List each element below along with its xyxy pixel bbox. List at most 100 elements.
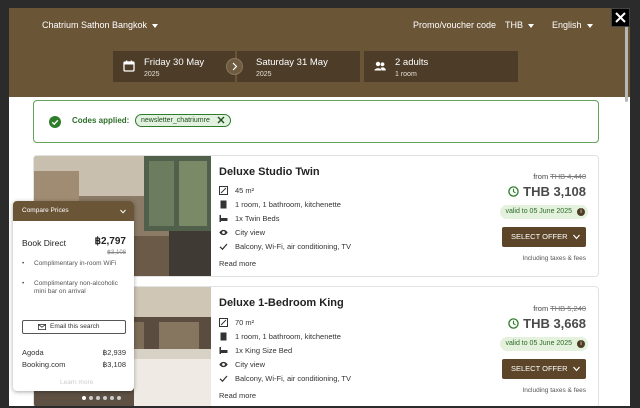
checkin-year: 2025 <box>144 71 160 78</box>
bed-icon <box>219 215 228 222</box>
room-beds-text: 1x Twin Beds <box>235 214 280 223</box>
check-icon <box>219 375 228 383</box>
email-search-label: Email this search <box>50 323 100 330</box>
rooms-count: 1 room <box>395 71 417 78</box>
perk-text: Complimentary in-room WiFi <box>34 260 117 267</box>
valid-badge: valid to 05 June 2025 i <box>500 205 588 219</box>
taxes-note: Including taxes & fees <box>522 387 586 394</box>
direct-old-price: ฿3,108 <box>107 250 126 256</box>
eye-icon <box>219 361 228 368</box>
hotel-selector[interactable]: Chatrium Sathon Bangkok <box>42 20 159 30</box>
current-price: THB 3,108 <box>508 184 586 199</box>
compare-header[interactable]: Compare Prices <box>13 201 134 221</box>
current-price: THB 3,668 <box>508 316 586 331</box>
valid-text: valid to 05 June 2025 <box>505 340 572 347</box>
clock-icon <box>508 186 519 197</box>
eye-icon <box>219 229 228 236</box>
perk-item: • Complimentary non-alcoholic mini bar on… <box>22 280 127 295</box>
people-icon <box>374 61 386 71</box>
valid-badge: valid to 05 June 2025 i <box>500 337 588 351</box>
book-direct-label: Book Direct <box>22 238 66 248</box>
price-from: from THB 5,240 <box>533 304 586 313</box>
codes-label: Codes applied: <box>72 116 130 125</box>
booking-price: ฿3,108 <box>102 360 126 369</box>
door-icon <box>220 332 227 341</box>
clock-icon <box>508 318 519 329</box>
valid-text: valid to 05 June 2025 <box>505 208 572 215</box>
check-circle-icon <box>49 116 61 128</box>
select-offer-label: SELECT OFFER <box>511 364 568 373</box>
area-icon <box>219 318 228 327</box>
old-price: THB 4,440 <box>550 172 586 181</box>
room-layout-text: 1 room, 1 bathroom, kitchenette <box>235 200 341 209</box>
currency-selector[interactable]: THB <box>505 20 534 30</box>
chevron-right-icon <box>232 62 238 71</box>
booking-label: Booking.com <box>22 360 66 369</box>
room-size-text: 45 m² <box>235 186 255 195</box>
chevron-down-icon <box>586 23 593 28</box>
header-bar: Chatrium Sathon Bangkok Promo/voucher co… <box>9 8 630 97</box>
promo-chip: newsletter_chatriumre <box>135 114 231 127</box>
chevron-down-icon <box>120 209 126 214</box>
agoda-label: Agoda <box>22 348 44 357</box>
info-icon[interactable]: i <box>577 340 585 348</box>
price-text: THB 3,108 <box>523 184 586 199</box>
checkout-date[interactable]: Saturday 31 May 2025 <box>237 51 360 82</box>
read-more-link[interactable]: Read more <box>219 259 256 268</box>
promo-code-link[interactable]: Promo/voucher code <box>413 20 496 30</box>
scrollbar[interactable] <box>625 19 628 102</box>
taxes-note: Including taxes & fees <box>522 255 586 262</box>
price-text: THB 3,668 <box>523 316 586 331</box>
currency-label: THB <box>505 20 523 30</box>
room-title[interactable]: Deluxe Studio Twin <box>219 166 320 178</box>
room-beds-text: 1x King Size Bed <box>235 346 293 355</box>
chevron-down-icon <box>573 366 580 372</box>
room-view-text: City view <box>235 360 266 369</box>
room-amenities-text: Balcony, Wi-Fi, air conditioning, TV <box>235 242 352 251</box>
photo-pagination[interactable] <box>82 387 124 405</box>
guests-count: 2 adults <box>395 57 429 68</box>
close-icon <box>615 12 626 23</box>
chevron-down-icon <box>528 23 534 28</box>
hotel-name: Chatrium Sathon Bangkok <box>42 20 148 30</box>
from-label: from <box>533 172 549 181</box>
close-button[interactable] <box>611 8 630 27</box>
room-size-text: 70 m² <box>235 318 255 327</box>
bed-icon <box>219 347 228 354</box>
price-from: from THB 4,440 <box>533 172 586 181</box>
checkout-day: Saturday 31 May <box>256 57 328 68</box>
language-label: English <box>552 20 582 30</box>
door-icon <box>220 200 227 209</box>
info-icon[interactable]: i <box>577 208 585 216</box>
date-arrow <box>226 58 243 75</box>
chevron-down-icon <box>152 23 159 28</box>
language-selector[interactable]: English <box>552 20 593 30</box>
compare-prices-widget: Compare Prices Book Direct ฿2,797 ฿3,108… <box>13 201 134 391</box>
room-layout-text: 1 room, 1 bathroom, kitchenette <box>235 332 341 341</box>
calendar-icon <box>123 60 135 72</box>
checkout-year: 2025 <box>256 71 272 78</box>
direct-price: ฿2,797 <box>94 236 126 247</box>
select-offer-button[interactable]: SELECT OFFER <box>502 359 586 379</box>
room-amenities-text: Balcony, Wi-Fi, air conditioning, TV <box>235 374 352 383</box>
perk-text: Complimentary non-alcoholic mini bar on … <box>34 280 118 295</box>
mail-icon <box>38 324 46 330</box>
perk-item: • Complimentary in-room WiFi <box>22 260 127 268</box>
select-offer-button[interactable]: SELECT OFFER <box>502 227 586 247</box>
room-title[interactable]: Deluxe 1-Bedroom King <box>219 297 344 309</box>
remove-code-icon[interactable] <box>217 116 225 124</box>
promo-chip-text: newsletter_chatriumre <box>141 117 210 124</box>
email-search-button[interactable]: Email this search <box>22 320 126 334</box>
check-icon <box>219 243 228 251</box>
read-more-link[interactable]: Read more <box>219 391 256 400</box>
old-price: THB 5,240 <box>550 304 586 313</box>
compare-title: Compare Prices <box>22 207 69 214</box>
checkin-date[interactable]: Friday 30 May 2025 <box>113 51 235 82</box>
select-offer-label: SELECT OFFER <box>511 232 568 241</box>
agoda-price: ฿2,939 <box>102 348 126 357</box>
room-view-text: City view <box>235 228 266 237</box>
from-label: from <box>533 304 549 313</box>
guests-selector[interactable]: 2 adults 1 room <box>364 51 518 82</box>
learn-more-link[interactable]: Learn more <box>60 379 93 386</box>
codes-applied-banner: Codes applied: newsletter_chatriumre <box>33 100 599 143</box>
